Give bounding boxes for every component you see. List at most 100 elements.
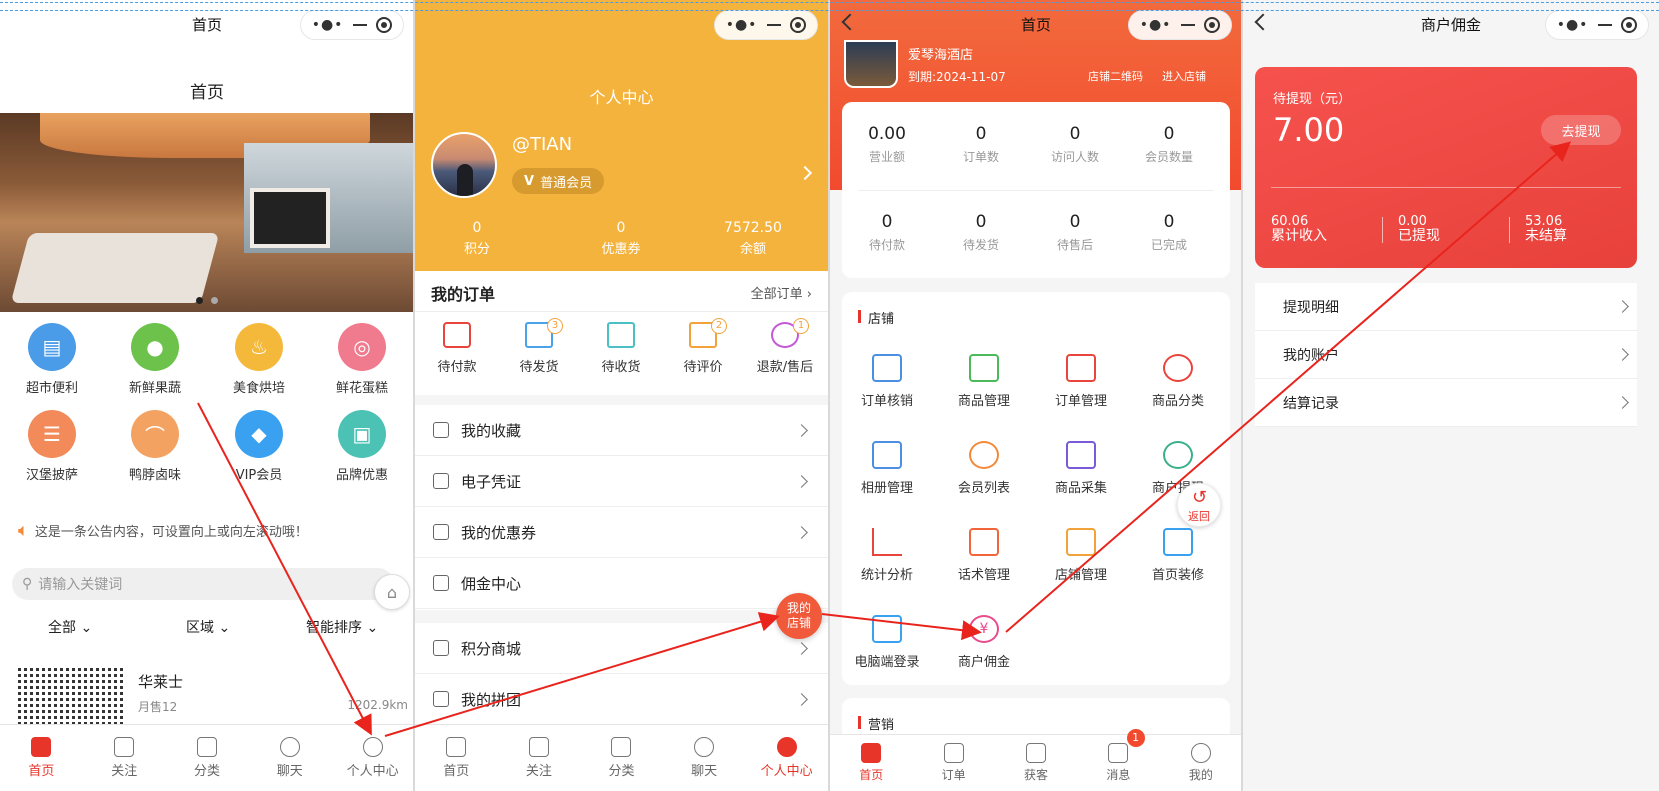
- mini-program-capsule[interactable]: •●•: [300, 10, 404, 40]
- chevron-right-icon: [795, 475, 808, 488]
- my-shop-float-button[interactable]: 我的店铺: [776, 593, 822, 639]
- tool-members[interactable]: 会员列表: [939, 441, 1029, 496]
- section-title-marketing: 营销: [857, 714, 894, 733]
- hotel-banner-image[interactable]: [0, 113, 414, 312]
- mini-program-capsule[interactable]: •●•: [714, 10, 818, 40]
- close-target-icon[interactable]: [376, 17, 393, 33]
- mini-program-capsule[interactable]: •●•: [1545, 10, 1649, 40]
- menu-coupons[interactable]: 我的优惠券: [415, 507, 828, 558]
- stat-visitors[interactable]: 0 访问人数: [1032, 124, 1118, 165]
- tab-chat[interactable]: 聊天: [663, 725, 746, 791]
- menu-group-buy[interactable]: 我的拼团: [415, 674, 828, 725]
- category-item[interactable]: ☰ 汉堡披萨: [12, 410, 92, 483]
- stat-value: 0: [881, 212, 893, 232]
- category-item[interactable]: ◎ 鲜花蛋糕: [322, 323, 402, 396]
- tab-customers[interactable]: 获客: [995, 735, 1077, 791]
- tool-product-manage[interactable]: 商品管理: [939, 354, 1029, 409]
- enter-shop-label: 进入店铺: [1162, 70, 1206, 83]
- tab-category[interactable]: 分类: [166, 725, 249, 791]
- stat-balance[interactable]: 7572.50 余额: [693, 220, 813, 257]
- return-float-button[interactable]: 返回: [1177, 483, 1221, 527]
- minimize-icon[interactable]: [352, 24, 367, 26]
- more-icon[interactable]: •●•: [726, 17, 758, 33]
- filter-all[interactable]: 全部 ⌄: [48, 617, 92, 637]
- stat-orders[interactable]: 0 订单数: [938, 124, 1024, 165]
- tool-order-manage[interactable]: 订单管理: [1036, 354, 1126, 409]
- shop-qr-button[interactable]: 店铺二维码: [1088, 68, 1143, 84]
- store-list-item[interactable]: 华莱士 月售12 1202.9km: [18, 665, 408, 725]
- more-icon[interactable]: •●•: [1140, 17, 1172, 33]
- mini-program-capsule[interactable]: •●•: [1128, 10, 1232, 40]
- tab-orders[interactable]: 订单: [912, 735, 994, 791]
- category-item[interactable]: ◆ VIP会员: [219, 410, 299, 483]
- menu-favorites[interactable]: 我的收藏: [415, 405, 828, 456]
- tool-order-verify[interactable]: 订单核销: [842, 354, 932, 409]
- stat-revenue[interactable]: 0.00 营业额: [844, 124, 930, 165]
- clipboard-icon: [943, 743, 964, 763]
- more-icon[interactable]: •●•: [312, 17, 344, 33]
- tab-profile[interactable]: 个人中心: [745, 725, 828, 791]
- tab-profile[interactable]: 个人中心: [331, 725, 414, 791]
- tool-product-collect[interactable]: 商品采集: [1036, 441, 1126, 496]
- tab-home[interactable]: 首页: [0, 725, 83, 791]
- category-item[interactable]: ▣ 品牌优惠: [322, 410, 402, 483]
- tool-analytics[interactable]: 统计分析: [842, 528, 932, 583]
- withdraw-button[interactable]: 去提现: [1541, 115, 1621, 145]
- menu-commission[interactable]: 佣金中心: [415, 558, 828, 609]
- stat-after-sales[interactable]: 0 待售后: [1032, 212, 1118, 253]
- menu-points-mall[interactable]: 积分商城: [415, 623, 828, 674]
- tab-home[interactable]: 首页: [415, 725, 498, 791]
- tab-follow[interactable]: 关注: [498, 725, 581, 791]
- tool-scripts[interactable]: 话术管理: [939, 528, 1029, 583]
- minimize-icon[interactable]: [1180, 24, 1195, 26]
- search-input[interactable]: ⚲ 请输入关键词: [12, 568, 394, 600]
- stat-pending-pay[interactable]: 0 待付款: [844, 212, 930, 253]
- category-item[interactable]: ▤ 超市便利: [12, 323, 92, 396]
- enter-shop-button[interactable]: 进入店铺: [1162, 68, 1206, 84]
- stat-points[interactable]: 0 积分: [417, 220, 537, 257]
- category-item[interactable]: ● 新鲜果蔬: [115, 323, 195, 396]
- more-icon[interactable]: •●•: [1557, 17, 1589, 33]
- filter-sort[interactable]: 智能排序 ⌄: [306, 617, 378, 637]
- tool-pc-login[interactable]: 电脑端登录: [842, 615, 932, 670]
- menu-withdraw-details[interactable]: 提现明细: [1255, 283, 1637, 331]
- shop-avatar[interactable]: [844, 40, 898, 88]
- tab-home[interactable]: 首页: [830, 735, 912, 791]
- tool-merchant-commission[interactable]: ¥ 商户佣金: [939, 615, 1029, 670]
- filter-region[interactable]: 区域 ⌄: [186, 617, 230, 637]
- tab-mine[interactable]: 我的: [1160, 735, 1242, 791]
- minimize-icon[interactable]: [766, 24, 781, 26]
- tab-chat[interactable]: 聊天: [248, 725, 331, 791]
- minimize-icon[interactable]: [1597, 24, 1612, 26]
- close-target-icon[interactable]: [1204, 17, 1221, 33]
- close-target-icon[interactable]: [1621, 17, 1638, 33]
- category-item[interactable]: ♨ 美食烘培: [219, 323, 299, 396]
- category-item[interactable]: ⌒ 鸭脖卤味: [115, 410, 195, 483]
- home-float-button[interactable]: ⌂: [374, 574, 410, 610]
- order-pending-pay[interactable]: 待付款: [417, 322, 497, 375]
- stat-members[interactable]: 0 会员数量: [1126, 124, 1212, 165]
- stat-completed[interactable]: 0 已完成: [1126, 212, 1212, 253]
- tool-album[interactable]: 相册管理: [842, 441, 932, 496]
- menu-e-voucher[interactable]: 电子凭证: [415, 456, 828, 507]
- all-orders-link[interactable]: 全部订单 ›: [751, 283, 812, 302]
- tool-category[interactable]: 商品分类: [1133, 354, 1223, 409]
- tab-messages[interactable]: 1 消息: [1077, 729, 1159, 791]
- stat-pending-ship[interactable]: 0 待发货: [938, 212, 1024, 253]
- order-refund[interactable]: 1 退款/售后: [745, 318, 825, 375]
- order-label: 待付款: [437, 360, 477, 375]
- stat-coupons[interactable]: 0 优惠券: [561, 220, 681, 257]
- announcement-bar[interactable]: 🔈︎ 这是一条公告内容，可设置向上或向左滚动哦！: [18, 520, 308, 541]
- order-pending-receive[interactable]: 待收货: [581, 322, 661, 375]
- menu-settlement-records[interactable]: 结算记录: [1255, 379, 1637, 427]
- tool-home-decor[interactable]: 首页装修: [1133, 528, 1223, 583]
- tool-shop-manage[interactable]: 店铺管理: [1036, 528, 1126, 583]
- tab-category[interactable]: 分类: [580, 725, 663, 791]
- avatar[interactable]: [431, 132, 497, 198]
- tab-follow[interactable]: 关注: [83, 725, 166, 791]
- close-target-icon[interactable]: [790, 17, 807, 33]
- list-icon: [611, 737, 632, 757]
- order-pending-ship[interactable]: 3 待发货: [499, 318, 579, 375]
- order-pending-review[interactable]: 2 待评价: [663, 318, 743, 375]
- menu-my-account[interactable]: 我的账户: [1255, 331, 1637, 379]
